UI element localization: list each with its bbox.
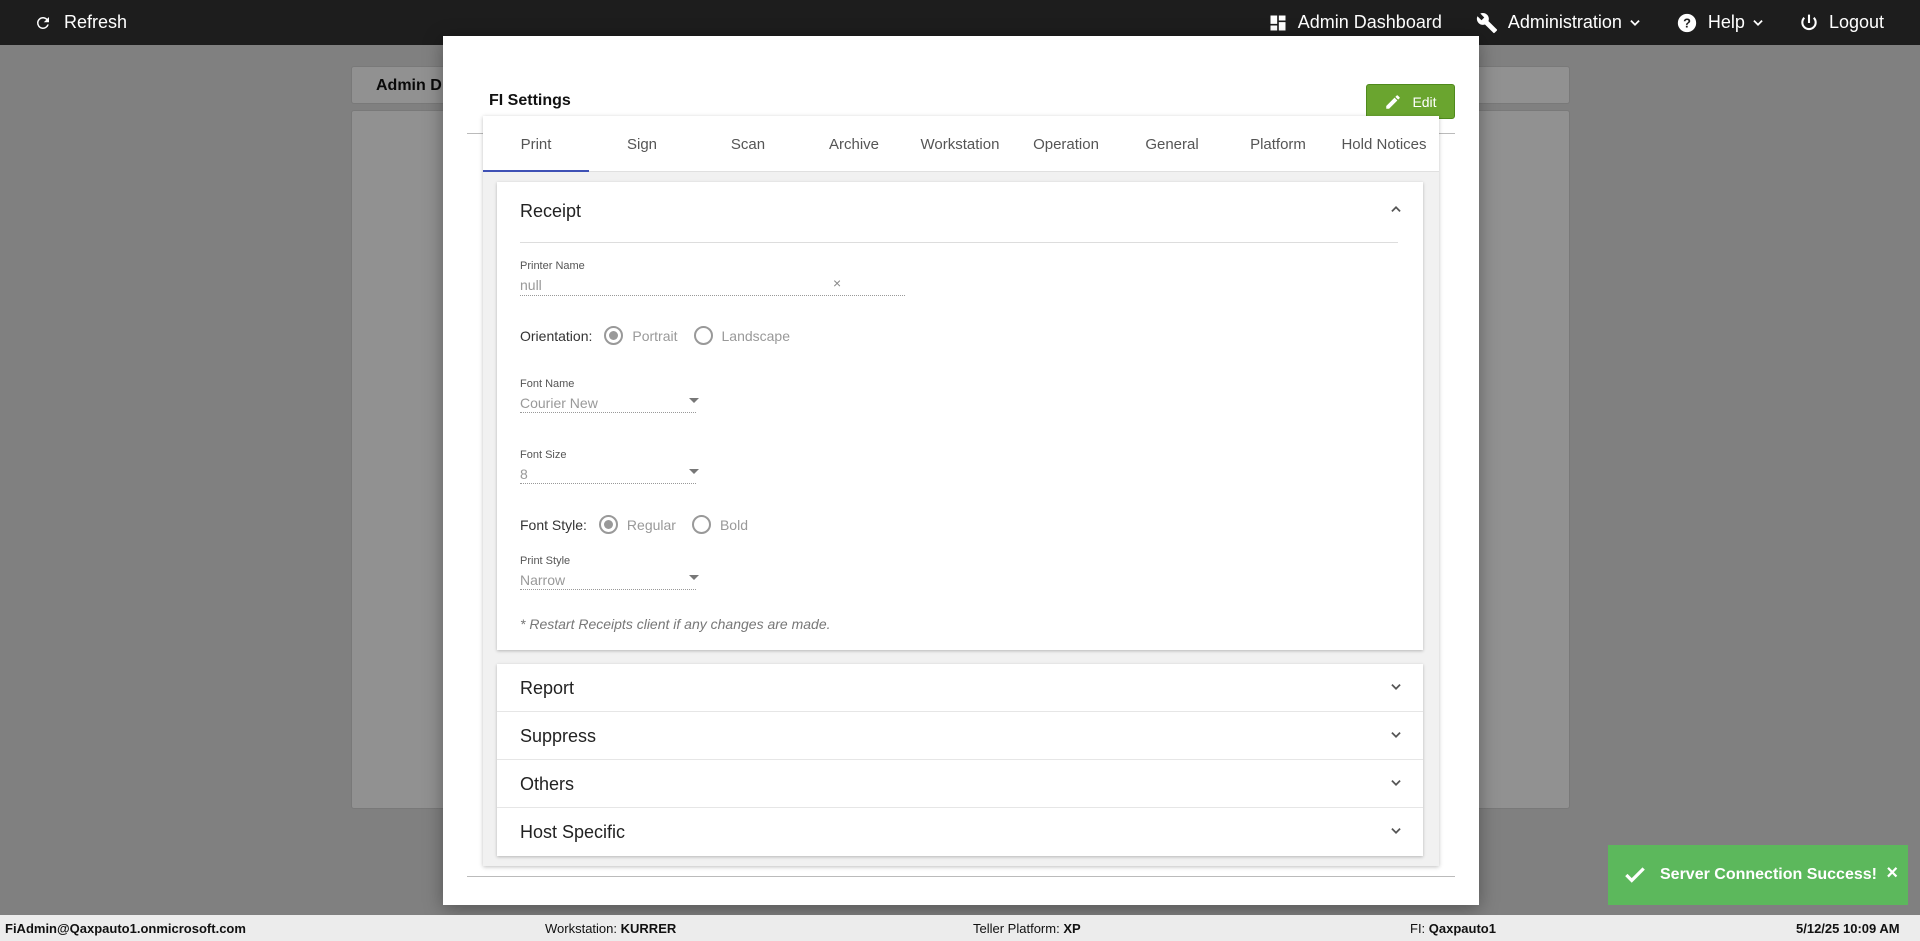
receipt-panel: Receipt Printer Name null × Orientation:… xyxy=(497,182,1423,650)
chevron-down-icon xyxy=(1753,19,1763,26)
wrench-icon xyxy=(1476,12,1497,33)
logout-label: Logout xyxy=(1828,12,1884,32)
print-style-label: Print Style xyxy=(520,555,571,567)
tab-operation[interactable]: Operation xyxy=(1013,116,1119,171)
tab-sign[interactable]: Sign xyxy=(589,116,695,171)
font-name-underline xyxy=(520,412,696,413)
font-style-group: Font Style: Regular Bold xyxy=(520,515,764,534)
section-report[interactable]: Report xyxy=(497,664,1423,712)
refresh-label: Refresh xyxy=(64,12,128,32)
print-style-underline xyxy=(520,589,696,590)
help-icon: ? xyxy=(1677,13,1697,32)
administration-label: Administration xyxy=(1507,12,1622,32)
chevron-up-icon[interactable] xyxy=(1389,202,1403,216)
status-workstation: Workstation: KURRER xyxy=(545,921,677,936)
power-icon xyxy=(1801,14,1817,30)
tab-print[interactable]: Print xyxy=(483,116,589,172)
help-label: Help xyxy=(1707,12,1745,32)
font-size-select[interactable]: 8 xyxy=(520,466,528,482)
dashboard-icon xyxy=(1270,15,1286,30)
regular-radio[interactable] xyxy=(598,515,618,534)
pencil-icon xyxy=(1386,94,1401,109)
admin-dashboard-label: Admin Dashboard xyxy=(1297,12,1442,32)
status-user: FiAdmin@Qaxpauto1.onmicrosoft.com xyxy=(5,921,246,936)
section-title: Suppress xyxy=(520,726,597,746)
collapsed-sections: Report Suppress Others Host Specific xyxy=(497,664,1423,856)
tab-general[interactable]: General xyxy=(1119,116,1225,171)
portrait-radio[interactable] xyxy=(604,326,624,345)
status-teller-platform: Teller Platform: XP xyxy=(973,921,1081,936)
dropdown-arrow-icon[interactable] xyxy=(689,575,699,580)
landscape-radio[interactable] xyxy=(693,326,713,345)
font-size-label: Font Size xyxy=(520,449,567,461)
section-title: Host Specific xyxy=(520,822,626,842)
divider xyxy=(520,242,1398,243)
status-datetime: 5/12/25 10:09 AM xyxy=(1796,921,1900,936)
modal-title: FI Settings xyxy=(489,92,571,109)
chevron-down-icon[interactable] xyxy=(1389,728,1403,742)
toast-message: Server Connection Success! xyxy=(1660,866,1877,883)
clear-icon[interactable]: × xyxy=(833,275,841,291)
tab-hold-notices[interactable]: Hold Notices xyxy=(1331,116,1437,171)
logout-button[interactable]: Logout xyxy=(1799,12,1884,33)
section-title: Others xyxy=(520,774,575,794)
dropdown-arrow-icon[interactable] xyxy=(689,398,699,403)
font-size-underline xyxy=(520,483,696,484)
tab-scan[interactable]: Scan xyxy=(695,116,801,171)
help-menu[interactable]: ? Help xyxy=(1676,12,1765,34)
settings-tabs: Print Sign Scan Archive Workstation Oper… xyxy=(483,116,1439,172)
regular-label: Regular xyxy=(626,516,676,533)
landscape-label: Landscape xyxy=(721,327,791,344)
orientation-group: Orientation: Portrait Landscape xyxy=(520,326,806,345)
modal-footer-divider xyxy=(467,876,1455,877)
chevron-down-icon[interactable] xyxy=(1389,776,1403,790)
tab-archive[interactable]: Archive xyxy=(801,116,907,171)
chevron-down-icon[interactable] xyxy=(1389,824,1403,838)
printer-name-underline xyxy=(520,295,905,296)
settings-container: Print Sign Scan Archive Workstation Oper… xyxy=(483,116,1439,866)
bold-label: Bold xyxy=(719,516,748,533)
font-name-label: Font Name xyxy=(520,378,575,390)
dropdown-arrow-icon[interactable] xyxy=(689,469,699,474)
svg-text:?: ? xyxy=(1683,15,1691,30)
administration-menu[interactable]: Administration xyxy=(1476,12,1642,34)
chevron-down-icon[interactable] xyxy=(1389,680,1403,694)
orientation-label: Orientation: xyxy=(520,327,593,344)
chevron-down-icon xyxy=(1630,19,1640,26)
restart-note: * Restart Receipts client if any changes… xyxy=(520,616,831,632)
section-host-specific[interactable]: Host Specific xyxy=(497,808,1423,856)
edit-button[interactable]: Edit xyxy=(1366,84,1455,119)
check-icon xyxy=(1625,867,1645,883)
section-title: Report xyxy=(520,678,575,698)
receipt-title[interactable]: Receipt xyxy=(520,201,581,222)
edit-label: Edit xyxy=(1412,93,1437,110)
font-name-select[interactable]: Courier New xyxy=(520,395,598,411)
status-fi: FI: Qaxpauto1 xyxy=(1410,921,1496,936)
tab-workstation[interactable]: Workstation xyxy=(907,116,1013,171)
fi-settings-modal: FI Settings Edit Print Sign Scan Archive… xyxy=(443,36,1479,905)
refresh-icon xyxy=(36,16,49,29)
printer-name-input[interactable]: null xyxy=(520,277,542,293)
close-icon[interactable]: × xyxy=(1886,862,1898,885)
success-toast: Server Connection Success! × xyxy=(1608,845,1908,905)
refresh-button[interactable]: Refresh xyxy=(34,12,127,33)
print-style-select[interactable]: Narrow xyxy=(520,572,565,588)
printer-name-label: Printer Name xyxy=(520,260,585,272)
tab-platform[interactable]: Platform xyxy=(1225,116,1331,171)
portrait-label: Portrait xyxy=(632,327,678,344)
section-suppress[interactable]: Suppress xyxy=(497,712,1423,760)
admin-dashboard-link[interactable]: Admin Dashboard xyxy=(1268,12,1442,33)
status-bar: FiAdmin@Qaxpauto1.onmicrosoft.com Workst… xyxy=(0,915,1920,941)
bold-radio[interactable] xyxy=(691,515,711,534)
section-others[interactable]: Others xyxy=(497,760,1423,808)
font-style-label: Font Style: xyxy=(520,516,587,533)
